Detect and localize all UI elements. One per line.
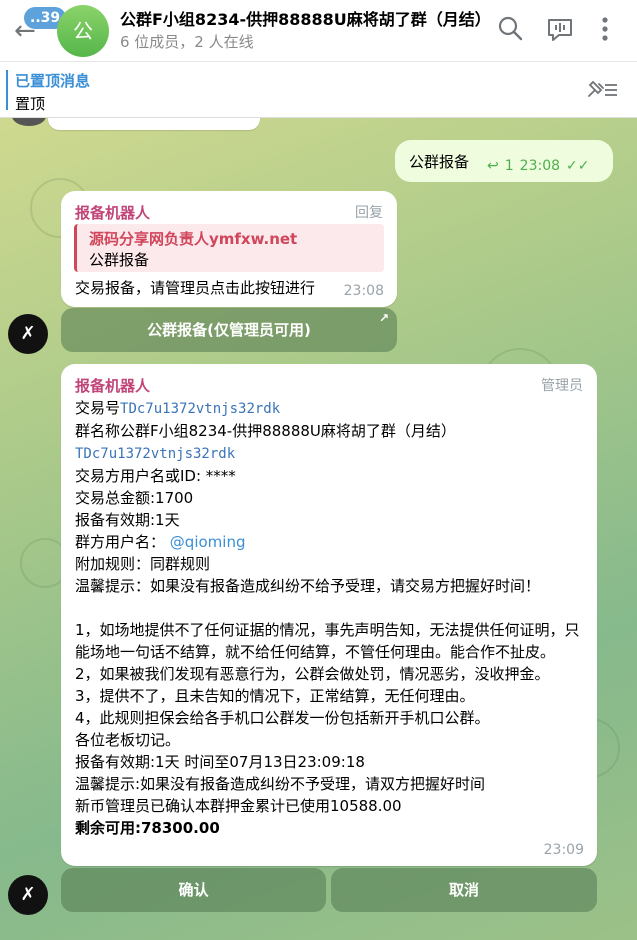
pinned-text: 置顶: [15, 95, 46, 113]
group-name-line: 群名称公群F小组8234-供押88888U麻将胡了群（月结）: [75, 422, 456, 440]
confirm-line: 新币管理员已确认本群押金累计已使用10588.00: [75, 797, 402, 815]
quoted-text: 公群报备: [89, 251, 150, 269]
extra-rules-line: 附加规则：同群规则: [75, 555, 211, 573]
group-user-line: 群方用户名： @qioming: [75, 531, 585, 553]
more-vertical-icon[interactable]: [590, 14, 620, 44]
tip2-line: 温馨提示:如果没有报备造成纠纷不予受理，请双方把握好时间: [75, 775, 486, 793]
tip-line: 温馨提示：如果没有报备造成纠纷不给予受理，请交易方把握好时间！: [75, 577, 541, 595]
pinned-message-bar[interactable]: 已置顶消息 置顶: [0, 62, 637, 118]
confirm-button[interactable]: 确认: [61, 868, 326, 912]
rule-1: 1，如场地提供不了任何证据的情况，事先声明告知，无法提供任何证明，只能场地一句话…: [75, 621, 580, 661]
button-label: 公群报备(仅管理员可用): [147, 321, 311, 339]
message-time: 23:08: [519, 158, 561, 174]
external-link-icon: ↗: [378, 311, 389, 325]
read-checkmarks-icon: ✓✓: [566, 158, 590, 174]
sender-name: 报备机器人: [75, 204, 151, 222]
outgoing-message[interactable]: 公群报备 ↩ 1 23:08 ✓✓: [395, 140, 613, 182]
trade-code-line: TDc7u1372vtnjs32rdk: [75, 442, 585, 465]
reply-arrow-icon: ↩: [487, 158, 499, 174]
rule-3: 3，提供不了，且未告知的情况下，正常结算，无任何理由。: [75, 687, 475, 705]
message-time: 23:09: [543, 842, 584, 858]
chat-area[interactable]: 公群报备 ↩ 1 23:08 ✓✓ 报备机器人 回复 源码分享网负责人ymfxw…: [0, 118, 637, 940]
bot-avatar[interactable]: ✗: [8, 875, 48, 915]
reminder-line: 各位老板切记。: [75, 731, 181, 749]
reply-count: 1: [504, 158, 514, 174]
previous-avatar: [12, 118, 46, 126]
bot-message-1[interactable]: 报备机器人 回复 源码分享网负责人ymfxw.net 公群报备 交易报备，请管理…: [61, 191, 397, 307]
bot-avatar[interactable]: ✗: [8, 314, 48, 354]
quoted-author: 源码分享网负责人ymfxw.net: [89, 230, 298, 248]
rule-2: 2，如果被我们发现有恶意行为，公群会做处罚，情况恶劣，没收押金。: [75, 665, 550, 683]
pinned-indicator: [6, 70, 8, 110]
search-icon[interactable]: [496, 14, 526, 44]
trade-id-label: 交易号: [75, 399, 121, 417]
message-meta: ↩ 1 23:08 ✓✓: [487, 158, 589, 174]
cancel-button[interactable]: 取消: [331, 868, 597, 912]
previous-message-bubble: [48, 118, 260, 130]
pin-list-icon[interactable]: [585, 78, 619, 102]
trader-id-line: 交易方用户名或ID: ****: [75, 467, 236, 485]
trade-id-line: 交易号TDc7u1372vtnjs32rdk: [75, 397, 585, 420]
validity-time-line: 报备有效期:1天 时间至07月13日23:09:18: [75, 753, 365, 771]
remaining-line: 剩余可用:78300.00: [75, 819, 220, 837]
message-time: 23:08: [343, 283, 384, 299]
bot-message-2[interactable]: 报备机器人 管理员 交易号TDc7u1372vtnjs32rdk 群名称公群F小…: [61, 364, 597, 866]
sender-role: 管理员: [541, 378, 583, 394]
chat-header: ← ..39 公 公群F小组8234-供押88888U麻将胡了群（月结） 6 位…: [0, 0, 637, 62]
reply-action[interactable]: 回复: [355, 202, 383, 222]
quoted-reply[interactable]: 源码分享网负责人ymfxw.net 公群报备: [74, 224, 384, 272]
rule-4: 4，此规则担保会给各手机口公群发一份包括新开手机口公群。: [75, 709, 490, 727]
message-text: 公群报备: [409, 153, 470, 171]
trade-id-code[interactable]: TDc7u1372vtnjs32rdk: [120, 401, 280, 417]
message-text: 交易报备，请管理员点击此按钮进行: [75, 279, 316, 297]
sender-name: 报备机器人: [75, 377, 151, 395]
chat-subtitle: 6 位成员，2 人在线: [120, 33, 254, 51]
validity-line: 报备有效期:1天: [75, 511, 180, 529]
chat-avatar[interactable]: 公: [57, 5, 109, 57]
trade-code[interactable]: TDc7u1372vtnjs32rdk: [75, 446, 235, 462]
pinned-title: 已置顶消息: [15, 72, 91, 90]
message-body: 交易号TDc7u1372vtnjs32rdk 群名称公群F小组8234-供押88…: [75, 397, 585, 839]
report-admin-button[interactable]: 公群报备(仅管理员可用) ↗: [61, 308, 397, 352]
chat-title[interactable]: 公群F小组8234-供押88888U麻将胡了群（月结）: [120, 6, 491, 30]
back-button[interactable]: ← ..39: [8, 4, 67, 54]
user-mention-link[interactable]: @qioming: [170, 533, 246, 551]
amount-line: 交易总金额:1700: [75, 489, 194, 507]
group-user-label: 群方用户名：: [75, 533, 166, 551]
voice-chat-icon[interactable]: [545, 14, 575, 44]
